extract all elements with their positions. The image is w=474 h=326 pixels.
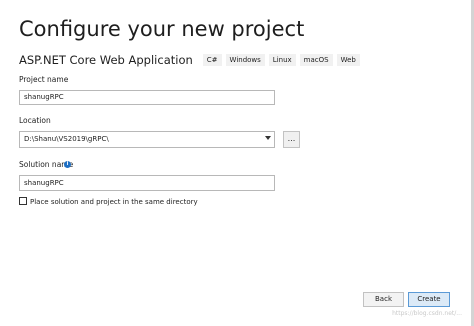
back-button[interactable]: Back <box>363 292 404 307</box>
location-dropdown[interactable]: D:\Shanu\VS2019\gRPC\ <box>19 131 275 148</box>
location-label: Location <box>19 116 51 125</box>
same-directory-checkbox[interactable] <box>19 197 27 205</box>
watermark: https://blog.csdn.net/... <box>392 310 462 317</box>
template-row: ASP.NET Core Web Application C# Windows … <box>19 53 360 67</box>
tag-csharp: C# <box>202 54 222 66</box>
create-button[interactable]: Create <box>408 292 450 307</box>
tag-linux: Linux <box>268 54 296 66</box>
info-icon[interactable]: i <box>64 161 71 168</box>
template-name: ASP.NET Core Web Application <box>19 53 193 67</box>
page-title: Configure your new project <box>19 17 305 41</box>
tag-web: Web <box>336 54 360 66</box>
tag-windows: Windows <box>225 54 265 66</box>
project-name-input[interactable]: shanugRPC <box>19 90 275 105</box>
browse-button[interactable]: ... <box>283 131 300 148</box>
same-directory-label: Place solution and project in the same d… <box>30 198 198 206</box>
location-value: D:\Shanu\VS2019\gRPC\ <box>24 135 109 143</box>
solution-name-input[interactable]: shanugRPC <box>19 175 275 191</box>
chevron-down-icon[interactable] <box>265 136 271 140</box>
tag-macos: macOS <box>299 54 333 66</box>
project-name-label: Project name <box>19 75 69 84</box>
